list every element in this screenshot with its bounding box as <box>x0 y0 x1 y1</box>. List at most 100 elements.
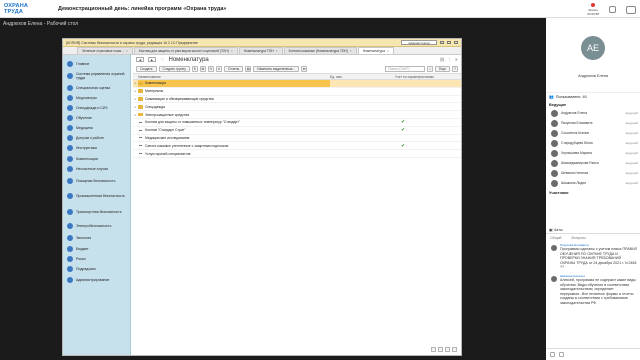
user-label[interactable]: Администратор <box>401 40 437 45</box>
filter-icon[interactable]: ⊟ <box>301 65 308 72</box>
avatar <box>551 119 558 127</box>
tab-close-icon[interactable]: × <box>387 49 389 53</box>
participant-item[interactable]: Соколенок Ксения ведущий <box>546 128 640 138</box>
participant-item[interactable]: Андрюхов Елена ведущий <box>546 108 640 118</box>
create-button[interactable]: Создать <box>136 65 157 72</box>
next-page-icon[interactable] <box>445 347 450 352</box>
tab-general[interactable]: Общий <box>550 236 562 240</box>
table-row[interactable]: ▸ Электрозащитные средства <box>133 111 461 119</box>
table-row[interactable]: ▸ Компенсации <box>133 80 461 88</box>
tab-1[interactable]: Костюм для защиты от растворов кислот и … <box>133 47 238 54</box>
sidebar-item-0[interactable]: Главное <box>63 59 130 69</box>
users-header[interactable]: 👥 Пользователи 40 <box>546 92 640 100</box>
search-icon[interactable]: ⌕ <box>427 65 434 72</box>
sidebar-item-4[interactable]: Спецодежда и СИЗ <box>63 103 130 113</box>
table-row[interactable]: Услуги врачей-специалистов <box>133 150 461 158</box>
edit-icon[interactable]: ✎ <box>207 65 214 72</box>
tab-label: Костюм для защиты от растворов кислот и … <box>138 49 229 53</box>
prev-page-icon[interactable] <box>438 347 443 352</box>
sidebar-item-9[interactable]: Компенсации <box>63 153 130 164</box>
exit-icon[interactable] <box>626 5 636 14</box>
sidebar-item-12[interactable]: Промышленная безопасность <box>63 188 130 204</box>
participant-item[interactable]: Чернышева Марина ведущий <box>546 148 640 158</box>
reports-button[interactable]: Отчеты <box>223 65 244 72</box>
participant-item[interactable]: Шахмеджанирова Раиса ведущий <box>546 158 640 168</box>
sidebar-item-14[interactable]: Электробезопасность <box>63 220 130 232</box>
table-row[interactable]: ▸ Материалы <box>133 88 461 96</box>
sidebar-item-18[interactable]: Подрядчики <box>63 264 130 274</box>
table-row[interactable]: Сапоги кожаные утепленные с защитным под… <box>133 142 461 151</box>
tab-2[interactable]: Номенклатура ТОН × <box>238 47 283 54</box>
users-icon: 👥 <box>549 95 554 99</box>
recording-time: 00:06:58 <box>587 12 599 16</box>
sidebar-item-7[interactable]: Допуски к работе <box>63 133 130 143</box>
tab-questions[interactable]: Вопросы <box>572 236 586 240</box>
close-form-icon[interactable]: ✕ <box>455 57 458 62</box>
back-button[interactable]: ◀ <box>136 57 144 62</box>
table-row[interactable]: Медицинские исследования <box>133 135 461 143</box>
participant-item[interactable]: Шишкина Лидия ведущий <box>546 178 640 188</box>
table-row[interactable]: ▸ Спецодежда <box>133 103 461 112</box>
copy-icon[interactable]: ⧉ <box>199 65 206 72</box>
last-page-icon[interactable] <box>452 347 457 352</box>
sidebar-item-17[interactable]: Риски <box>63 254 130 264</box>
column-name[interactable]: Наименование <box>133 75 330 79</box>
tab-close-icon[interactable]: × <box>126 49 128 53</box>
checkmark-icon: ✔ <box>401 142 406 149</box>
help-icon[interactable]: ? <box>452 65 458 72</box>
sidebar-item-8[interactable]: Инструктажи <box>63 143 130 153</box>
forward-button[interactable]: ▶ <box>148 57 156 62</box>
close-icon[interactable] <box>454 41 458 44</box>
print-icon[interactable]: ▤ <box>245 65 252 72</box>
tab-close-icon[interactable]: × <box>231 49 233 53</box>
attach-icon[interactable] <box>550 352 555 357</box>
sidebar-item-11[interactable]: Пожарная безопасность <box>63 174 130 188</box>
sidebar-item-13[interactable]: Транспортная безопасность <box>63 204 130 220</box>
favorite-star-icon[interactable]: ☆ <box>160 57 164 63</box>
column-unit[interactable]: Ед. изм. <box>330 75 395 79</box>
folder-icon <box>138 89 143 93</box>
row-label: Услуги врачей-специалистов <box>145 151 191 156</box>
window-titlebar: [КОПИЯ] Системы безопасности и охраны тр… <box>63 39 461 47</box>
column-characteristics[interactable]: Учет по характеристикам <box>395 75 461 79</box>
tab-close-icon[interactable]: × <box>350 49 352 53</box>
participant-role: ведущий <box>625 161 638 165</box>
participant-item[interactable]: Шевкина Наталья ведущий <box>546 168 640 178</box>
refresh-icon[interactable]: ↻ <box>191 65 198 72</box>
sidebar-item-3[interactable]: Медосмотры <box>63 93 130 103</box>
minimize-icon[interactable] <box>440 41 444 44</box>
cell-name: Услуги врачей-специалистов <box>138 150 330 157</box>
participant-item[interactable]: Стародубцева Юлия ведущий <box>546 138 640 148</box>
sidebar-item-label: Компенсации <box>76 156 98 161</box>
settings-icon[interactable] <box>609 6 616 13</box>
more-icon[interactable]: ⋮ <box>448 57 452 62</box>
change-selected-button[interactable]: Изменить выделенные... <box>253 65 300 72</box>
sidebar-item-2[interactable]: Специальная оценка <box>63 83 130 93</box>
sidebar-item-19[interactable]: Администрирование <box>63 274 130 286</box>
table-row[interactable]: Костюм "Стандарт Стрит" ✔ <box>133 127 461 135</box>
sidebar-item-16[interactable]: Бюджет <box>63 244 130 254</box>
tab-3[interactable]: Боттинк кожаные (Номенклатура ТОН) × <box>283 47 357 54</box>
sidebar-item-10[interactable]: Несчастные случаи <box>63 164 130 174</box>
first-page-icon[interactable] <box>431 347 436 352</box>
create-group-button[interactable]: Создать группу <box>158 65 190 72</box>
tab-4[interactable]: Номенклатура × <box>357 47 394 54</box>
sidebar-item-1[interactable]: Система управления охраной труда <box>63 69 130 83</box>
tab-0[interactable]: Зеленые страховые ножи... × <box>77 47 133 54</box>
maximize-icon[interactable] <box>447 41 451 44</box>
sidebar-item-15[interactable]: Экология <box>63 232 130 244</box>
more-button[interactable]: Еще <box>435 65 450 72</box>
link-icon[interactable]: ⛓ <box>440 57 445 62</box>
search-input[interactable]: Поиск (Ctrl+F) <box>385 65 426 72</box>
participant-role: ведущий <box>625 111 638 115</box>
sidebar-item-5[interactable]: Обучение <box>63 113 130 123</box>
sidebar-item-6[interactable]: Медицина <box>63 123 130 133</box>
table-row[interactable]: Костюм для защиты от повышенных температ… <box>133 119 461 127</box>
emoji-icon[interactable] <box>559 352 564 357</box>
participant-item[interactable]: Пикунова Елизавета ведущий <box>546 118 640 128</box>
table-row[interactable]: ▸ Смывающие и обезвреживающие средства <box>133 96 461 104</box>
tab-close-icon[interactable]: × <box>276 49 278 53</box>
recording-indicator[interactable]: Запись 00:06:58 <box>587 3 599 16</box>
meeting-title: Демонстрационный день: линейка программ … <box>58 6 227 12</box>
delete-icon[interactable]: ✕ <box>215 65 222 72</box>
